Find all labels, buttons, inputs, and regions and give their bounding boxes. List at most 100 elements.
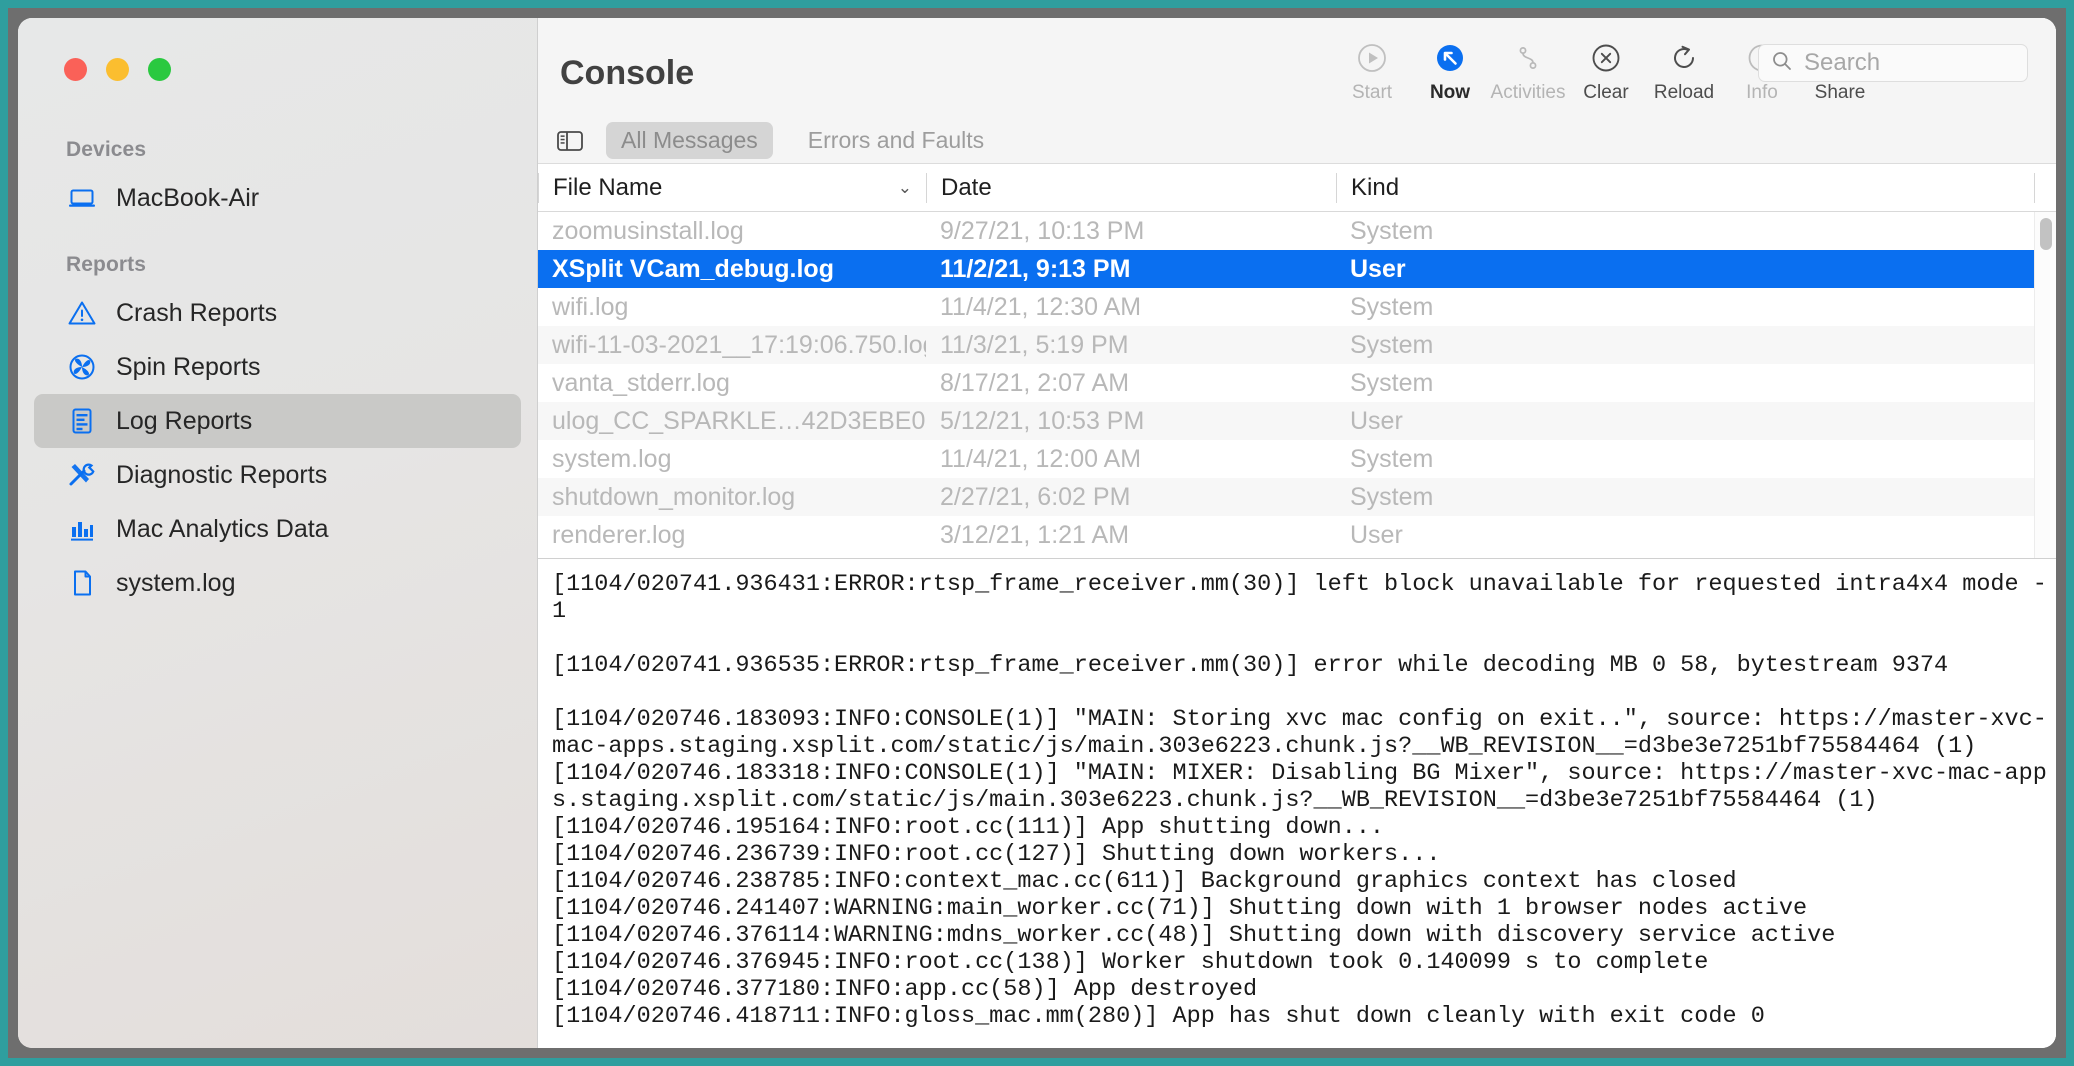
- file-list-scrollbar[interactable]: [2034, 212, 2056, 558]
- cell-file-name: vanta_stderr.log: [552, 368, 730, 397]
- spinner-icon: [67, 352, 97, 382]
- cell-kind: User: [1350, 520, 1403, 549]
- cell-kind: System: [1350, 292, 1434, 321]
- cell-date: 11/2/21, 9:13 PM: [940, 254, 1131, 283]
- column-header-file-name[interactable]: File Name ⌄: [538, 172, 926, 203]
- now-button[interactable]: Now: [1411, 40, 1489, 104]
- file-icon: [67, 568, 97, 598]
- sidebar-item-diagnostic-reports[interactable]: Diagnostic Reports: [34, 448, 521, 502]
- cell-kind: User: [1350, 406, 1403, 435]
- cell-date: 11/4/21, 12:30 AM: [940, 292, 1142, 321]
- sidebar-item-macbook-air[interactable]: MacBook-Air: [34, 171, 521, 225]
- table-row[interactable]: wifi-11-03-2021__17:19:06.750.log 11/3/2…: [538, 326, 2034, 364]
- cell-file-name: XSplit VCam_debug.log: [552, 254, 834, 283]
- activities-button[interactable]: Activities: [1489, 40, 1567, 104]
- cell-date: 2/27/21, 6:02 PM: [940, 482, 1131, 511]
- search-input[interactable]: [1804, 49, 2015, 77]
- sidebar-item-label: Spin Reports: [116, 352, 261, 381]
- table-row[interactable]: XSplit VCam_debug.log 11/2/21, 9:13 PM U…: [538, 250, 2034, 288]
- cell-date: 11/3/21, 5:19 PM: [940, 330, 1129, 359]
- table-row[interactable]: vanta_stderr.log 8/17/21, 2:07 AM System: [538, 364, 2034, 402]
- log-detail-pane[interactable]: [1104/020741.936431:ERROR:rtsp_frame_rec…: [538, 558, 2056, 1048]
- start-button[interactable]: Start: [1333, 40, 1411, 104]
- sidebar-item-label: Crash Reports: [116, 298, 278, 327]
- toolbar-button-label: Share: [1814, 82, 1866, 103]
- file-list[interactable]: zoomusinstall.log 9/27/21, 10:13 PM Syst…: [538, 212, 2056, 558]
- cell-file-name: zoomusinstall.log: [552, 216, 744, 245]
- sidebar-item-label: system.log: [116, 568, 236, 597]
- table-row[interactable]: ulog_CC_SPARKLE…42D3EBE081_1.log 5/12/21…: [538, 402, 2034, 440]
- sidebar-item-label: Diagnostic Reports: [116, 460, 328, 489]
- scrollbar-thumb[interactable]: [2040, 218, 2052, 250]
- search-field[interactable]: [1758, 44, 2028, 82]
- toolbar-button-label: Now: [1429, 82, 1471, 103]
- table-row[interactable]: renderer.log 3/12/21, 1:21 AM User: [538, 516, 2034, 554]
- cell-file-name: wifi-11-03-2021__17:19:06.750.log: [552, 330, 926, 359]
- column-header-label: File Name: [553, 173, 663, 201]
- tools-icon: [67, 460, 97, 490]
- sidebar-item-label: MacBook-Air: [116, 183, 260, 212]
- sidebar-section-devices-header: Devices: [66, 138, 147, 161]
- column-header-spacer: [2034, 172, 2056, 203]
- cell-kind: System: [1350, 444, 1434, 473]
- file-list-rows: zoomusinstall.log 9/27/21, 10:13 PM Syst…: [538, 212, 2034, 558]
- sidebar-item-system-log[interactable]: system.log: [34, 556, 521, 610]
- play-circle-icon: [1356, 40, 1388, 76]
- table-row[interactable]: system.log 11/4/21, 12:00 AM System: [538, 440, 2034, 478]
- cell-date: 9/27/21, 10:13 PM: [940, 216, 1145, 245]
- tab-all-messages[interactable]: All Messages: [606, 122, 773, 159]
- column-header-date[interactable]: Date: [926, 172, 1336, 203]
- toolbar-button-label: Start: [1351, 82, 1393, 103]
- sidebar-toggle-icon[interactable]: [556, 128, 586, 154]
- table-header: File Name ⌄ Date Kind: [538, 164, 2056, 212]
- cell-kind: System: [1350, 368, 1434, 397]
- cell-file-name: wifi.log: [552, 292, 629, 321]
- toolbar-button-label: Activities: [1490, 82, 1566, 103]
- sidebar-section-reports-header: Reports: [66, 253, 147, 276]
- sidebar-item-label: Log Reports: [116, 406, 253, 435]
- page-title: Console: [560, 54, 695, 92]
- column-header-label: Kind: [1351, 173, 1400, 201]
- cell-file-name: system.log: [552, 444, 672, 473]
- close-button[interactable]: [64, 58, 87, 81]
- sidebar-item-mac-analytics-data[interactable]: Mac Analytics Data: [34, 502, 521, 556]
- warning-triangle-icon: [67, 298, 97, 328]
- cell-date: 3/12/21, 1:21 AM: [940, 520, 1130, 549]
- table-row[interactable]: zoomusinstall.log 9/27/21, 10:13 PM Syst…: [538, 212, 2034, 250]
- table-row[interactable]: wifi.log 11/4/21, 12:30 AM System: [538, 288, 2034, 326]
- toolbar-button-label: Reload: [1653, 82, 1715, 103]
- sidebar-item-log-reports[interactable]: Log Reports: [34, 394, 521, 448]
- filter-bar: All Messages Errors and Faults: [538, 118, 2056, 164]
- document-lines-icon: [67, 406, 97, 436]
- minimize-button[interactable]: [106, 58, 129, 81]
- cell-kind: System: [1350, 330, 1434, 359]
- cell-date: 8/17/21, 2:07 AM: [940, 368, 1130, 397]
- sidebar-item-crash-reports[interactable]: Crash Reports: [34, 286, 521, 340]
- cell-kind: System: [1350, 482, 1434, 511]
- cell-date: 11/4/21, 12:00 AM: [940, 444, 1142, 473]
- log-text: [1104/020741.936431:ERROR:rtsp_frame_rec…: [552, 571, 2047, 1030]
- x-circle-icon: [1590, 40, 1622, 76]
- column-header-kind[interactable]: Kind: [1336, 172, 2034, 203]
- toolbar: Console Start Now Activities Clear Reloa…: [538, 18, 2056, 118]
- clear-button[interactable]: Clear: [1567, 40, 1645, 104]
- cell-date: 5/12/21, 10:53 PM: [940, 406, 1145, 435]
- toolbar-button-label: Clear: [1583, 82, 1629, 103]
- activities-icon: [1512, 40, 1544, 76]
- reload-icon: [1668, 40, 1700, 76]
- column-header-label: Date: [941, 173, 992, 201]
- toolbar-button-label: Info: [1746, 82, 1778, 103]
- chevron-down-icon: ⌄: [897, 177, 912, 197]
- cell-file-name: ulog_CC_SPARKLE…42D3EBE081_1.log: [552, 406, 926, 435]
- window-frame: Devices MacBook-Air Reports Crash Report…: [8, 8, 2066, 1058]
- tab-errors-and-faults[interactable]: Errors and Faults: [793, 122, 999, 159]
- traffic-light-buttons: [64, 58, 171, 81]
- sidebar-item-spin-reports[interactable]: Spin Reports: [34, 340, 521, 394]
- sidebar-navigation: Devices MacBook-Air Reports Crash Report…: [18, 126, 537, 610]
- sidebar: Devices MacBook-Air Reports Crash Report…: [18, 18, 538, 1048]
- search-icon: [1771, 50, 1793, 77]
- zoom-button[interactable]: [148, 58, 171, 81]
- table-row[interactable]: shutdown_monitor.log 2/27/21, 6:02 PM Sy…: [538, 478, 2034, 516]
- cell-kind: System: [1350, 216, 1434, 245]
- reload-button[interactable]: Reload: [1645, 40, 1723, 104]
